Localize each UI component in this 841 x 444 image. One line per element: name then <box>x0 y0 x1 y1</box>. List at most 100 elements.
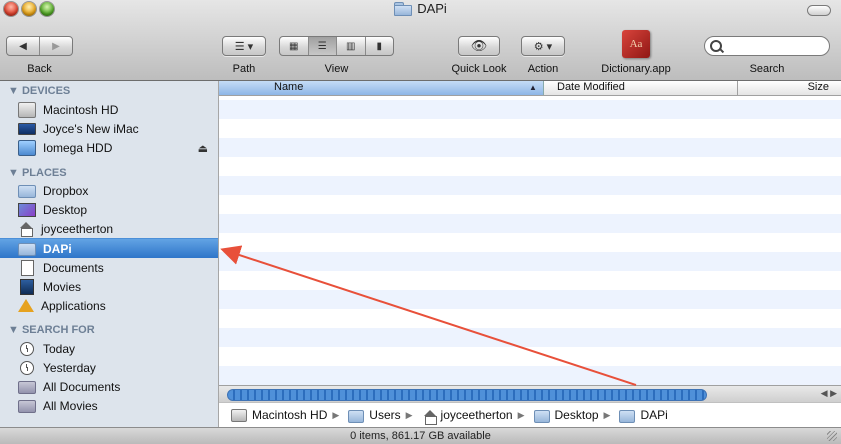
applications-icon <box>18 298 34 313</box>
action-button[interactable]: ⚙ ▾ <box>521 36 565 56</box>
search-label: Search <box>749 63 785 75</box>
sidebar-item-macintosh-hd[interactable]: Macintosh HD <box>0 100 218 119</box>
column-name-label: Name <box>274 81 304 93</box>
resize-grip-icon[interactable] <box>827 431 837 441</box>
sidebar-item-label: Applications <box>41 298 106 313</box>
path-item-joyceetherton[interactable]: joyceetherton ▶ <box>422 408 530 425</box>
path-item-label: Desktop <box>554 408 599 422</box>
sidebar-item-yesterday[interactable]: Yesterday <box>0 358 218 377</box>
sidebar-item-label: Movies <box>43 279 82 294</box>
home-icon <box>422 409 437 425</box>
section-title: DEVICES <box>21 85 71 97</box>
hard-drive-icon <box>18 101 36 118</box>
smart-folder-icon <box>18 381 36 394</box>
path-separator-icon: ▶ <box>405 409 413 420</box>
folder-icon <box>533 409 550 423</box>
section-title: PLACES <box>21 167 67 179</box>
path-bar: Macintosh HD ▶ Users ▶ joyceetherton ▶ Desk… <box>219 402 841 427</box>
sidebar-item-dapi[interactable]: DAPi <box>0 238 218 258</box>
sidebar-item-applications[interactable]: Applications <box>0 296 218 315</box>
sidebar-item-dropbox[interactable]: Dropbox <box>0 181 218 200</box>
documents-icon <box>21 259 34 276</box>
window-title-text: DAPi <box>417 1 447 16</box>
column-view-icon[interactable]: ▥ <box>337 37 366 55</box>
action-label: Action <box>527 63 559 75</box>
title-bar: DAPi ◀ ▶ Back ☰ ▾ Path ▦ ☰ ▥ ▮ View 👁 Qu… <box>0 0 841 81</box>
path-separator-icon: ▶ <box>603 409 611 420</box>
sidebar-item-label: Today <box>43 341 76 356</box>
sidebar-item-desktop[interactable]: Desktop <box>0 200 218 219</box>
path-item-users[interactable]: Users ▶ <box>348 408 417 423</box>
folder-icon <box>348 409 365 423</box>
sidebar-section-places[interactable]: ▼ PLACES <box>8 167 67 179</box>
sidebar-item-joyceetherton[interactable]: joyceetherton <box>0 219 218 238</box>
folder-icon <box>619 409 636 423</box>
back-arrow-icon[interactable]: ◀ <box>7 37 40 55</box>
eye-icon: 👁 <box>470 38 488 53</box>
forward-arrow-icon[interactable]: ▶ <box>40 37 72 55</box>
window-title: DAPi <box>0 1 841 16</box>
hard-drive-icon <box>231 408 247 422</box>
status-text: 0 items, 861.17 GB available <box>350 430 491 442</box>
path-menu-icon: ☰ ▾ <box>234 40 254 53</box>
external-drive-icon <box>18 139 36 156</box>
column-divider <box>737 81 738 95</box>
list-view-icon[interactable]: ☰ <box>308 37 337 55</box>
view-segmented-control[interactable]: ▦ ☰ ▥ ▮ <box>279 36 394 56</box>
section-title: SEARCH FOR <box>21 324 95 336</box>
clock-icon <box>20 360 34 375</box>
sidebar-item-label: Dropbox <box>43 183 89 198</box>
path-item-macintosh-hd[interactable]: Macintosh HD ▶ <box>223 408 344 422</box>
sidebar-section-search-for[interactable]: ▼ SEARCH FOR <box>8 324 95 336</box>
file-list[interactable]: Name ▲ Date Modified Size <box>219 81 841 396</box>
column-header: Name ▲ Date Modified Size <box>219 81 841 96</box>
desktop-icon <box>18 202 36 217</box>
view-label: View <box>324 63 349 75</box>
dictionary-icon-text: Aa <box>629 38 643 50</box>
column-header-date-modified[interactable]: Date Modified <box>557 81 625 93</box>
path-item-label: DAPi <box>640 408 668 422</box>
scrollbar-thumb[interactable] <box>227 389 707 401</box>
sidebar-item-movies[interactable]: Movies <box>0 277 218 296</box>
folder-icon <box>18 243 36 256</box>
toolbar-toggle-button[interactable] <box>807 5 831 16</box>
horizontal-scrollbar[interactable]: ◀ ▶ <box>219 385 841 402</box>
quick-look-label: Quick Look <box>451 63 507 75</box>
dictionary-app-icon[interactable]: Aa <box>622 30 650 58</box>
quick-look-button[interactable]: 👁 <box>458 36 500 56</box>
icon-view-icon[interactable]: ▦ <box>280 37 309 55</box>
eject-icon[interactable]: ⏏ <box>198 142 208 155</box>
path-separator-icon: ▶ <box>517 409 525 420</box>
path-item-label: Macintosh HD <box>252 408 328 422</box>
back-label: Back <box>27 63 52 75</box>
sidebar-item-documents[interactable]: Documents <box>0 258 218 277</box>
search-field[interactable] <box>704 36 830 56</box>
sidebar-item-label: Desktop <box>43 202 88 217</box>
dictionary-label: Dictionary.app <box>601 63 671 75</box>
scroll-arrows-icon[interactable]: ◀ ▶ <box>821 388 837 399</box>
coverflow-view-icon[interactable]: ▮ <box>366 37 394 55</box>
sidebar-item-today[interactable]: Today <box>0 339 218 358</box>
back-forward-control[interactable]: ◀ ▶ <box>6 36 73 56</box>
sidebar-item-all-documents[interactable]: All Documents <box>0 377 218 396</box>
path-item-label: joyceetherton <box>440 408 513 422</box>
finder-window: DAPi ◀ ▶ Back ☰ ▾ Path ▦ ☰ ▥ ▮ View 👁 Qu… <box>0 0 841 444</box>
column-header-name[interactable]: Name ▲ <box>219 81 544 95</box>
status-bar: 0 items, 861.17 GB available <box>0 427 841 444</box>
sidebar-item-label: DAPi <box>43 241 72 256</box>
sidebar-section-devices[interactable]: ▼ DEVICES <box>8 85 70 97</box>
imac-icon <box>18 122 36 135</box>
sidebar-item-all-movies[interactable]: All Movies <box>0 396 218 415</box>
sidebar-item-label: Iomega HDD <box>43 140 113 155</box>
sidebar-item-iomega-hdd[interactable]: Iomega HDD ⏏ <box>0 138 218 157</box>
folder-icon <box>18 185 36 198</box>
clock-icon <box>20 341 34 356</box>
path-item-dapi[interactable]: DAPi <box>619 408 668 423</box>
path-item-desktop[interactable]: Desktop ▶ <box>533 408 616 423</box>
column-header-size[interactable]: Size <box>808 81 829 93</box>
sidebar-item-label: Macintosh HD <box>43 102 119 117</box>
path-button[interactable]: ☰ ▾ <box>222 36 266 56</box>
home-icon <box>18 221 34 237</box>
sidebar-item-imac[interactable]: Joyce's New iMac <box>0 119 218 138</box>
sidebar-item-label: joyceetherton <box>41 221 114 236</box>
